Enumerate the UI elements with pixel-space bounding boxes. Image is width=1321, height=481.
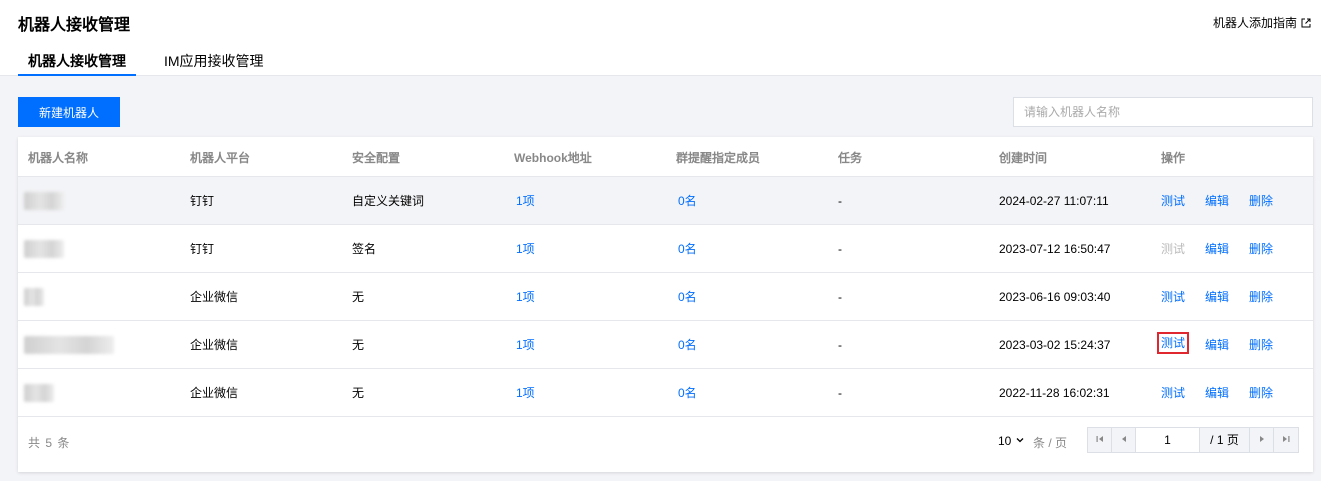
edit-button[interactable]: 编辑	[1205, 225, 1229, 273]
webhook-link[interactable]: 1项	[516, 321, 535, 369]
delete-button[interactable]: 删除	[1249, 273, 1273, 321]
current-page-input[interactable]	[1136, 428, 1200, 452]
first-page-button[interactable]	[1088, 428, 1112, 452]
test-button-highlighted-label: 测试	[1156, 332, 1190, 354]
task-cell: -	[838, 194, 842, 208]
security-cell: 无	[352, 290, 365, 304]
platform-cell: 钉钉	[190, 194, 215, 208]
chevron-down-icon	[1015, 434, 1025, 448]
created-time-cell: 2024-02-27 11:07:11	[999, 194, 1109, 208]
delete-button[interactable]: 删除	[1249, 177, 1273, 225]
edit-button[interactable]: 编辑	[1205, 321, 1229, 369]
delete-button[interactable]: 删除	[1249, 321, 1273, 369]
task-cell: -	[838, 242, 842, 256]
add-robot-guide-link[interactable]: 机器人添加指南	[1213, 14, 1311, 31]
table-row: 钉钉 自定义关键词 1项 0名 - 2024-02-27 11:07:11 测试…	[18, 177, 1313, 225]
test-button-disabled: 测试	[1161, 242, 1186, 256]
platform-cell: 企业微信	[190, 290, 239, 304]
page-size-value: 10	[998, 434, 1012, 448]
column-header-actions: 操作	[1161, 151, 1186, 165]
table-row: 钉钉 签名 1项 0名 - 2023-07-12 16:50:47 测试 编辑 …	[18, 225, 1313, 273]
robot-table: 机器人名称 机器人平台 安全配置 Webhook地址 群提醒指定成员 任务 创建…	[18, 137, 1313, 472]
delete-button[interactable]: 删除	[1249, 225, 1273, 273]
guide-link-label: 机器人添加指南	[1212, 16, 1297, 30]
column-header-created: 创建时间	[999, 151, 1048, 165]
members-link[interactable]: 0名	[678, 321, 697, 369]
last-page-icon	[1281, 433, 1291, 447]
edit-button[interactable]: 编辑	[1205, 273, 1229, 321]
test-button[interactable]: 测试	[1161, 177, 1185, 225]
created-time-cell: 2022-11-28 16:02:31	[999, 386, 1110, 400]
security-cell: 自定义关键词	[352, 194, 425, 208]
table-row: 企业微信 无 1项 0名 - 2023-03-02 15:24:37 测试 编辑…	[18, 321, 1313, 369]
delete-button[interactable]: 删除	[1249, 369, 1273, 417]
created-time-cell: 2023-07-12 16:50:47	[999, 242, 1111, 256]
security-cell: 无	[352, 338, 365, 352]
next-page-icon	[1257, 433, 1267, 447]
robot-name-search-input[interactable]	[1013, 97, 1313, 127]
webhook-link[interactable]: 1项	[516, 273, 535, 321]
column-header-security: 安全配置	[352, 151, 401, 165]
created-time-cell: 2023-03-02 15:24:37	[999, 338, 1111, 352]
edit-button[interactable]: 编辑	[1205, 369, 1229, 417]
task-cell: -	[838, 338, 842, 352]
created-time-cell: 2023-06-16 09:03:40	[999, 290, 1111, 304]
tab-im-app-receive[interactable]: IM应用接收管理	[154, 52, 274, 76]
test-button[interactable]: 测试	[1161, 369, 1185, 417]
redacted-robot-name	[24, 192, 64, 210]
platform-cell: 企业微信	[190, 338, 239, 352]
total-count: 共 5 条	[28, 436, 71, 450]
tab-bar: 机器人接收管理 IM应用接收管理	[18, 52, 274, 76]
page-title: 机器人接收管理	[18, 17, 131, 34]
column-header-name: 机器人名称	[28, 151, 89, 165]
column-header-platform: 机器人平台	[190, 151, 251, 165]
new-robot-button[interactable]: 新建机器人	[18, 97, 120, 127]
table-row: 企业微信 无 1项 0名 - 2023-06-16 09:03:40 测试 编辑…	[18, 273, 1313, 321]
redacted-robot-name	[24, 240, 64, 258]
table-footer: 共 5 条 10 条 / 页 / 1 页	[18, 416, 1313, 472]
webhook-link[interactable]: 1项	[516, 225, 535, 273]
page-size-select[interactable]: 10	[998, 434, 1025, 448]
last-page-button[interactable]	[1274, 428, 1298, 452]
test-button[interactable]: 测试	[1161, 273, 1185, 321]
pager: / 1 页	[1087, 427, 1299, 453]
platform-cell: 钉钉	[190, 242, 215, 256]
column-header-members: 群提醒指定成员	[676, 151, 761, 165]
members-link[interactable]: 0名	[678, 225, 697, 273]
webhook-link[interactable]: 1项	[516, 177, 535, 225]
prev-page-icon	[1119, 433, 1129, 447]
security-cell: 签名	[352, 242, 377, 256]
edit-button[interactable]: 编辑	[1205, 177, 1229, 225]
webhook-link[interactable]: 1项	[516, 369, 535, 417]
security-cell: 无	[352, 386, 365, 400]
task-cell: -	[838, 386, 842, 400]
prev-page-button[interactable]	[1112, 428, 1136, 452]
platform-cell: 企业微信	[190, 386, 239, 400]
table-row: 企业微信 无 1项 0名 - 2022-11-28 16:02:31 测试 编辑…	[18, 369, 1313, 417]
table-header: 机器人名称 机器人平台 安全配置 Webhook地址 群提醒指定成员 任务 创建…	[18, 137, 1313, 177]
members-link[interactable]: 0名	[678, 273, 697, 321]
members-link[interactable]: 0名	[678, 369, 697, 417]
redacted-robot-name	[24, 336, 114, 354]
page-header: 机器人接收管理 机器人添加指南 机器人接收管理 IM应用接收管理	[0, 0, 1321, 76]
column-header-task: 任务	[838, 151, 863, 165]
first-page-icon	[1095, 433, 1105, 447]
external-link-icon	[1301, 18, 1311, 28]
tab-robot-receive[interactable]: 机器人接收管理	[18, 52, 136, 76]
total-pages-label: / 1 页	[1200, 428, 1250, 452]
redacted-robot-name	[24, 384, 54, 402]
next-page-button[interactable]	[1250, 428, 1274, 452]
column-header-webhook: Webhook地址	[514, 151, 592, 165]
per-page-label: 条 / 页	[1033, 436, 1068, 450]
redacted-robot-name	[24, 288, 44, 306]
test-button-highlighted[interactable]: 测试	[1156, 332, 1190, 354]
members-link[interactable]: 0名	[678, 177, 697, 225]
task-cell: -	[838, 290, 842, 304]
